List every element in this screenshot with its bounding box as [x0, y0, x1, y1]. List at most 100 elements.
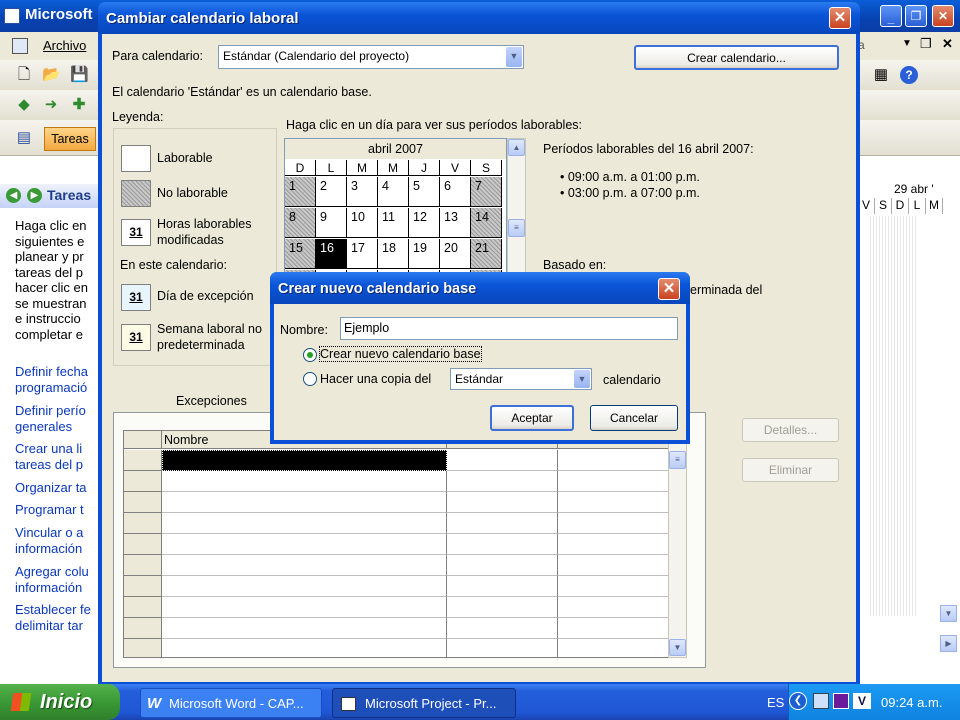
- radio-nuevo-calendario[interactable]: [303, 348, 317, 362]
- radio-copia-calendario[interactable]: [303, 372, 317, 386]
- table-row[interactable]: [124, 618, 669, 639]
- radio-nuevo-label[interactable]: Crear nuevo calendario base: [319, 346, 482, 362]
- task-pane-link[interactable]: información: [15, 541, 100, 557]
- para-calendario-select[interactable]: Estándar (Calendario del proyecto) ▼: [218, 45, 524, 69]
- table-row[interactable]: [124, 492, 669, 513]
- detalles-button[interactable]: Detalles...: [742, 418, 839, 442]
- calendar-day[interactable]: 7: [471, 177, 502, 207]
- month-calendar[interactable]: abril 2007 DLMMJVS 1 2 3 4 5 6 7 8 9 10 11 12 13 14 15…: [284, 138, 507, 280]
- table-cell[interactable]: [162, 534, 447, 555]
- calendar-day[interactable]: 6: [440, 177, 471, 207]
- table-cell[interactable]: [447, 534, 558, 555]
- table-cell[interactable]: [162, 555, 447, 576]
- pane-back-icon[interactable]: ◀: [6, 188, 21, 203]
- table-row[interactable]: [124, 513, 669, 534]
- task-pane-link[interactable]: delimitar tar: [15, 618, 100, 634]
- task-pane-link[interactable]: programació: [15, 380, 100, 396]
- language-indicator[interactable]: ES: [767, 695, 784, 710]
- task-pane-link[interactable]: Agregar colu: [15, 564, 100, 580]
- table-cell[interactable]: [162, 492, 447, 513]
- task-pane-link[interactable]: Vincular o a: [15, 525, 100, 541]
- table-cell[interactable]: [162, 597, 447, 618]
- task-pane-link[interactable]: información: [15, 580, 100, 596]
- save-icon[interactable]: 💾: [70, 66, 89, 84]
- calendar-day[interactable]: 11: [378, 208, 409, 238]
- calendar-icon[interactable]: ▦: [872, 66, 890, 84]
- calendar-day[interactable]: 9: [316, 208, 347, 238]
- table-cell[interactable]: [447, 597, 558, 618]
- table-cell[interactable]: [447, 471, 558, 492]
- add-icon[interactable]: ✚: [70, 96, 88, 114]
- calendar-day[interactable]: 19: [409, 239, 440, 269]
- eliminar-button[interactable]: Eliminar: [742, 458, 839, 482]
- menu-archivo[interactable]: Archivo: [43, 38, 86, 53]
- calendar-day[interactable]: 2: [316, 177, 347, 207]
- table-cell[interactable]: [558, 639, 669, 657]
- copia-chevron-down-icon[interactable]: ▼: [574, 370, 590, 388]
- table-cell[interactable]: [162, 639, 447, 657]
- table-cell[interactable]: [447, 555, 558, 576]
- table-cell[interactable]: [447, 618, 558, 639]
- task-pane-link[interactable]: Organizar ta: [15, 480, 100, 496]
- table-cell[interactable]: [558, 555, 669, 576]
- table-cell[interactable]: [162, 450, 447, 471]
- task-pane-link[interactable]: Definir perío: [15, 403, 100, 419]
- task-pane-link[interactable]: tareas del p: [15, 457, 100, 473]
- calendar-day[interactable]: 3: [347, 177, 378, 207]
- exceptions-grid[interactable]: Nombre Comienzo Fin: [123, 430, 687, 658]
- grid-scrollbar[interactable]: ≡ ▼: [668, 430, 687, 658]
- aceptar-button[interactable]: Aceptar: [490, 405, 574, 431]
- open-icon[interactable]: 📂: [42, 66, 61, 84]
- calendar-day[interactable]: 1: [285, 177, 316, 207]
- close-window-button[interactable]: ✕: [932, 5, 954, 27]
- calendar-day[interactable]: 17: [347, 239, 378, 269]
- table-row[interactable]: [124, 576, 669, 597]
- menu-dropdown-icon[interactable]: ▼: [902, 38, 912, 49]
- calendar-day[interactable]: 21: [471, 239, 502, 269]
- gantt-scroll-down-icon[interactable]: ▼: [940, 605, 957, 622]
- table-row[interactable]: [124, 471, 669, 492]
- calendar-day[interactable]: 18: [378, 239, 409, 269]
- table-cell[interactable]: [447, 492, 558, 513]
- calendar-day[interactable]: 13: [440, 208, 471, 238]
- table-cell[interactable]: [162, 513, 447, 534]
- table-cell[interactable]: [162, 576, 447, 597]
- cancelar-button[interactable]: Cancelar: [590, 405, 678, 431]
- table-cell[interactable]: [447, 639, 558, 657]
- calendar-day[interactable]: 5: [409, 177, 440, 207]
- task-pane-link[interactable]: Definir fecha: [15, 364, 100, 380]
- table-cell[interactable]: [558, 576, 669, 597]
- task-pane-link[interactable]: Crear una li: [15, 441, 100, 457]
- grid-scroll-down-icon[interactable]: ▼: [669, 639, 686, 656]
- scroll-thumb[interactable]: ≡: [508, 219, 525, 237]
- radio-copia-label[interactable]: Hacer una copia del: [320, 372, 431, 386]
- restore-button[interactable]: ❐: [905, 5, 927, 27]
- tab-excepciones[interactable]: Excepciones: [176, 394, 247, 408]
- calendar-day[interactable]: 8: [285, 208, 316, 238]
- table-cell[interactable]: [447, 576, 558, 597]
- table-cell[interactable]: [558, 492, 669, 513]
- taskbar-project[interactable]: Microsoft Project - Pr...: [332, 688, 516, 718]
- chevron-down-icon[interactable]: ▼: [506, 47, 522, 67]
- table-cell[interactable]: [162, 471, 447, 492]
- dialog-close-button[interactable]: ✕: [829, 7, 851, 29]
- table-row[interactable]: [124, 534, 669, 555]
- crear-calendario-button[interactable]: Crear calendario...: [634, 45, 839, 70]
- table-row[interactable]: [124, 597, 669, 618]
- grid-scroll-thumb[interactable]: ≡: [669, 451, 686, 469]
- start-button[interactable]: Inicio: [0, 684, 120, 720]
- guide-icon[interactable]: ▤: [15, 129, 33, 147]
- calendar-day[interactable]: 16: [316, 239, 347, 269]
- pane-forward-icon[interactable]: ▶: [27, 188, 42, 203]
- help-icon[interactable]: ?: [900, 66, 918, 84]
- table-cell[interactable]: [558, 597, 669, 618]
- calendar-day[interactable]: 14: [471, 208, 502, 238]
- table-row[interactable]: [124, 450, 669, 471]
- table-cell[interactable]: [558, 471, 669, 492]
- tray-arrow-icon[interactable]: ❮: [789, 692, 807, 710]
- table-cell[interactable]: [558, 534, 669, 555]
- table-cell[interactable]: [558, 450, 669, 471]
- task-pane-link[interactable]: Programar t: [15, 502, 100, 518]
- gantt-scroll-right-icon[interactable]: ▶: [940, 635, 957, 652]
- taskbar-word[interactable]: W Microsoft Word - CAP...: [140, 688, 322, 718]
